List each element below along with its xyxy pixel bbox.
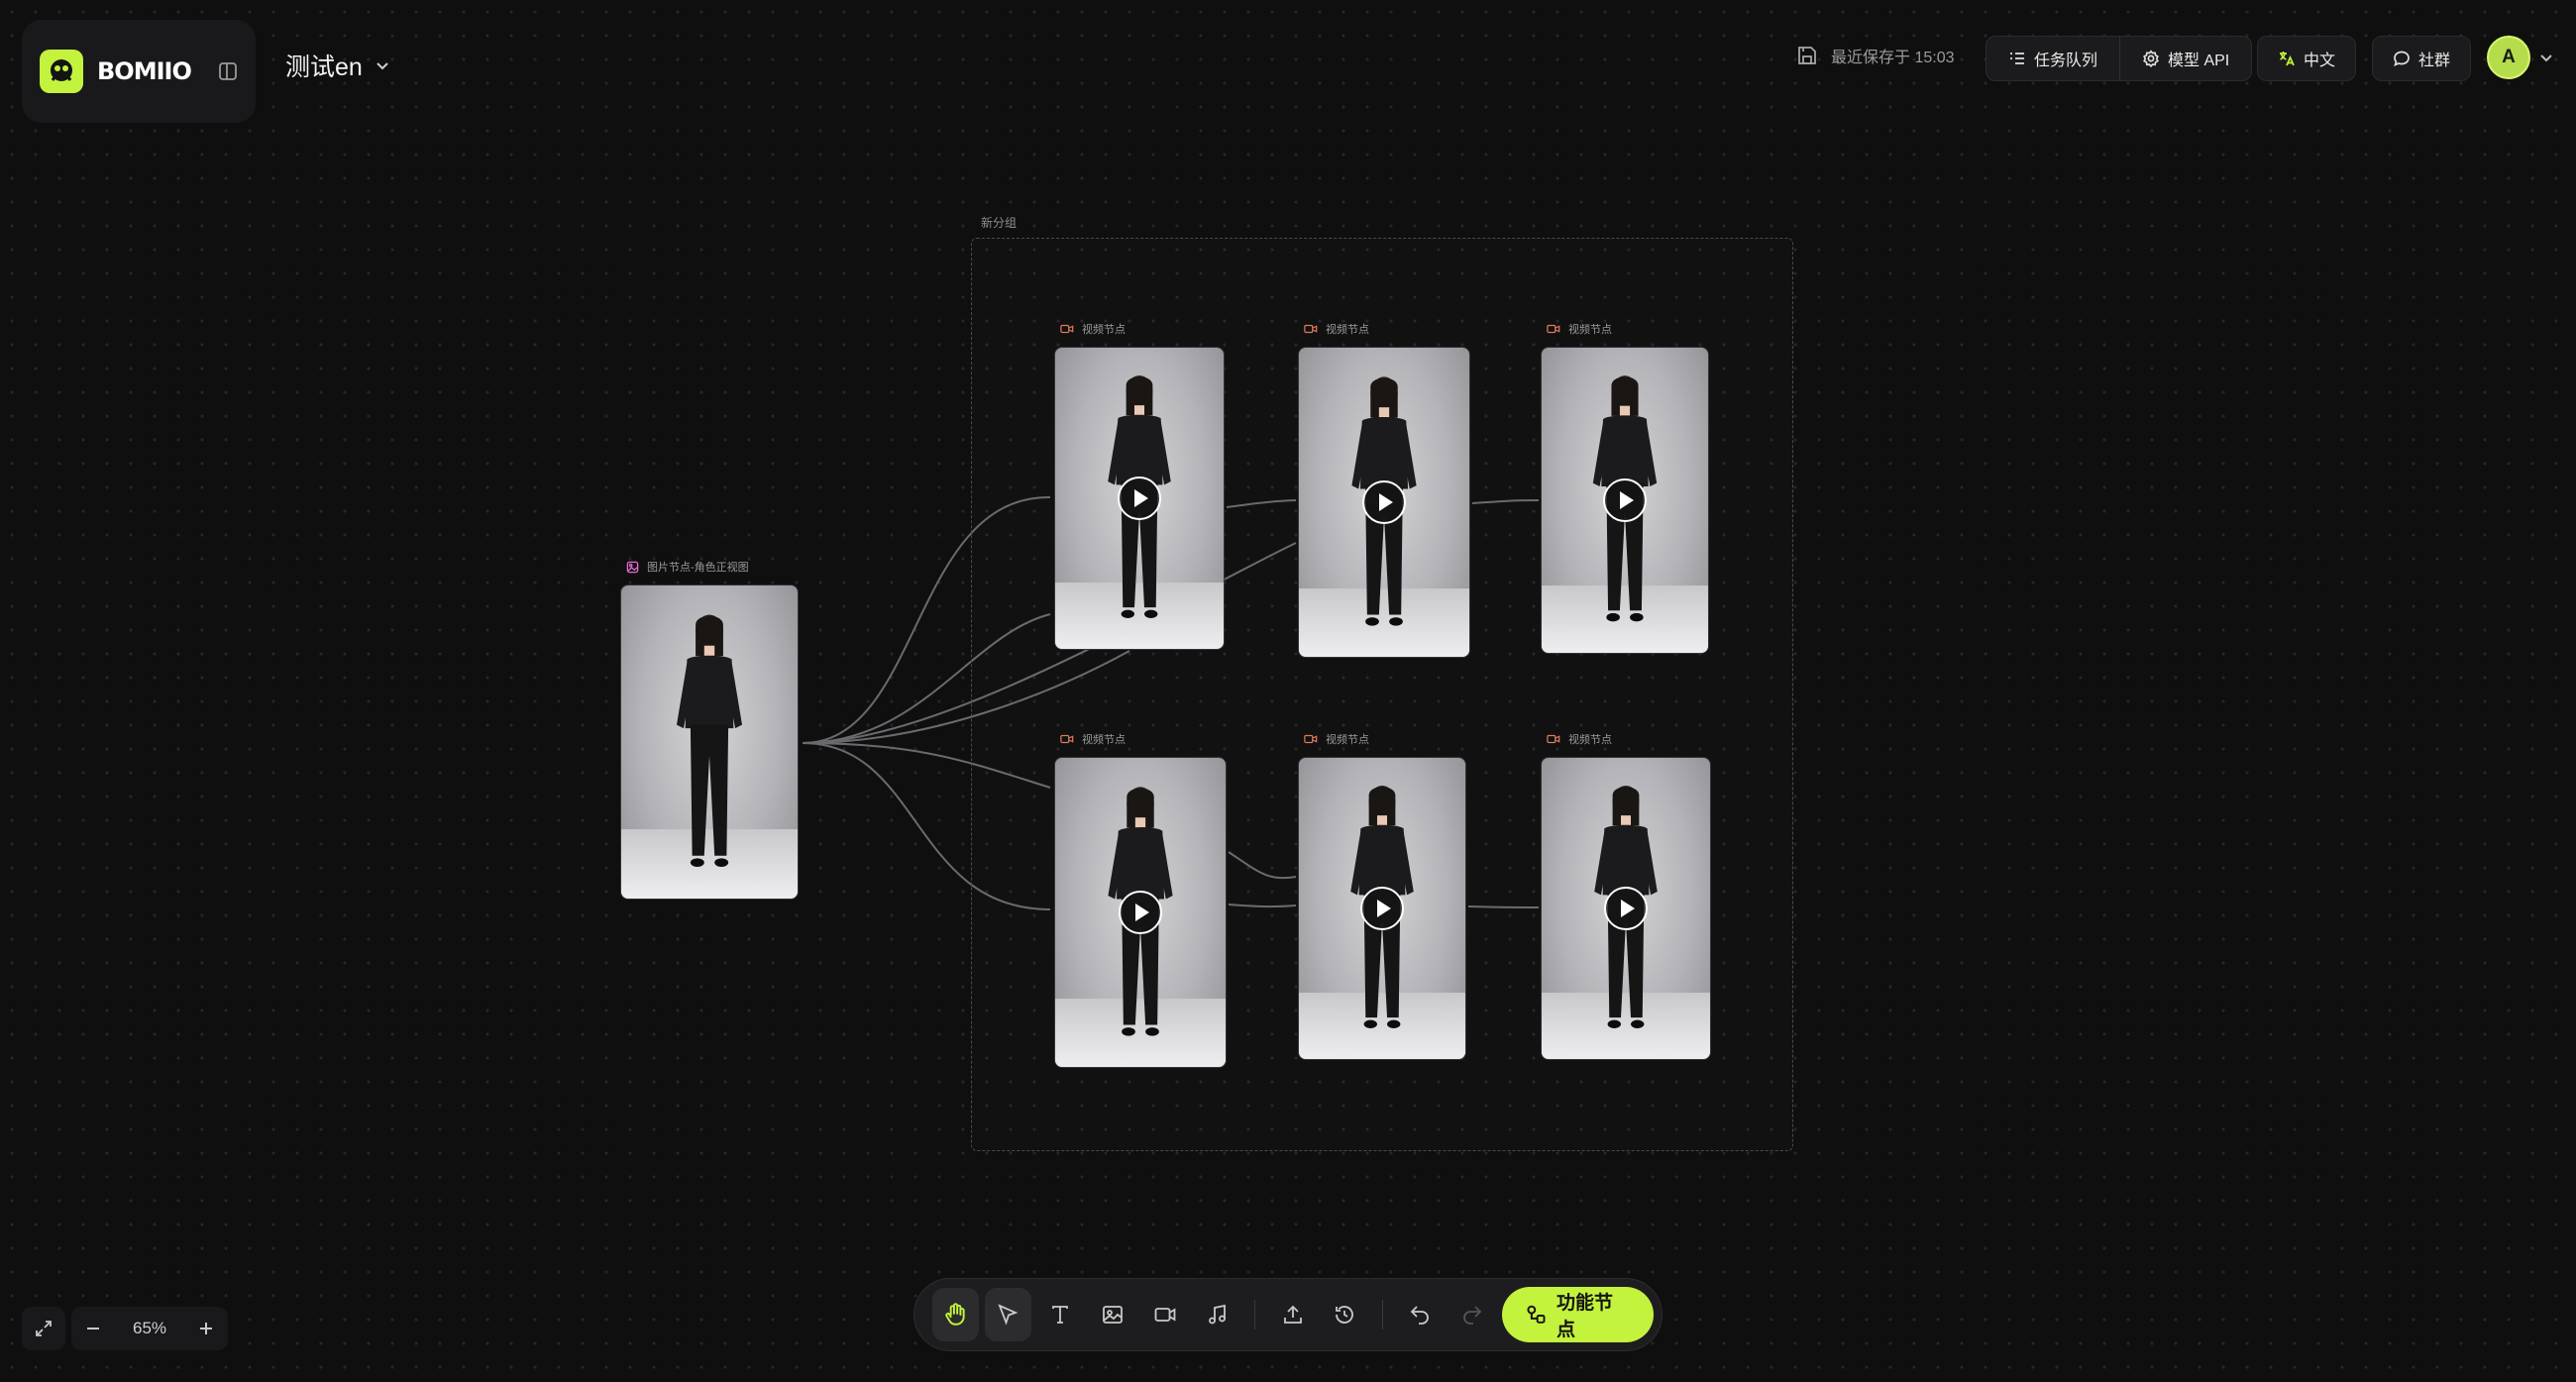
expand-icon bbox=[36, 1321, 52, 1336]
translate-icon bbox=[2280, 52, 2295, 66]
save-icon bbox=[1798, 47, 1816, 64]
language-button[interactable]: 中文 bbox=[2258, 37, 2355, 80]
bottom-toolbar: 功能节点 bbox=[913, 1278, 1663, 1351]
video-node-label-text: 视频节点 bbox=[1568, 324, 1612, 336]
redo-icon[interactable] bbox=[1449, 1288, 1496, 1341]
image-node-label-text: 图片节点-角色正视图 bbox=[647, 562, 749, 574]
video-node[interactable] bbox=[1054, 757, 1227, 1068]
project-title: 测试en bbox=[285, 53, 363, 81]
video-node-label: 视频节点 bbox=[1060, 731, 1126, 747]
video-icon bbox=[1547, 734, 1560, 744]
minus-icon bbox=[87, 1328, 99, 1329]
chevron-down-icon bbox=[376, 62, 388, 70]
avatar[interactable]: A bbox=[2487, 36, 2530, 79]
community-switch: 社群 bbox=[2372, 36, 2472, 81]
video-icon bbox=[1547, 324, 1560, 334]
plus-icon bbox=[200, 1323, 212, 1334]
video-node[interactable] bbox=[1541, 757, 1711, 1060]
feature-node-label: 功能节点 bbox=[1556, 1293, 1613, 1340]
video-node-label-text: 视频节点 bbox=[1568, 734, 1612, 746]
video-node-label: 视频节点 bbox=[1060, 321, 1126, 337]
image-icon[interactable] bbox=[1090, 1288, 1136, 1341]
hand-icon[interactable] bbox=[932, 1288, 979, 1341]
image-node-label: 图片节点-角色正视图 bbox=[626, 559, 749, 575]
video-node-label-text: 视频节点 bbox=[1326, 324, 1369, 336]
toolbar-divider bbox=[1381, 1300, 1383, 1329]
image-icon bbox=[626, 561, 639, 573]
language-label: 中文 bbox=[2304, 53, 2336, 69]
save-status-text: 最近保存于 15:03 bbox=[1831, 50, 1955, 66]
nodes-icon bbox=[1527, 1305, 1546, 1324]
community-label: 社群 bbox=[2418, 53, 2451, 69]
person-figure bbox=[676, 614, 743, 867]
history-icon[interactable] bbox=[1322, 1288, 1368, 1341]
chevron-down-icon[interactable] bbox=[2538, 50, 2554, 65]
zoom-bar: 65% bbox=[22, 1306, 228, 1351]
task-queue-label: 任务队列 bbox=[2034, 53, 2098, 69]
sidebar-toggle-icon[interactable] bbox=[217, 60, 239, 82]
video-node[interactable] bbox=[1298, 757, 1466, 1060]
video-icon bbox=[1060, 324, 1074, 334]
video-icon bbox=[1060, 734, 1074, 744]
zoom-control: 65% bbox=[71, 1307, 228, 1350]
video-node-label: 视频节点 bbox=[1547, 731, 1612, 747]
play-icon[interactable] bbox=[1119, 891, 1162, 934]
video-node-label-text: 视频节点 bbox=[1082, 734, 1126, 746]
image-node[interactable] bbox=[620, 585, 799, 900]
brand-card: BOMIIO bbox=[22, 20, 256, 123]
pointer-icon[interactable] bbox=[984, 1288, 1031, 1341]
text-icon[interactable] bbox=[1037, 1288, 1084, 1341]
group-label: 新分组 bbox=[981, 216, 1018, 230]
zoom-value: 65% bbox=[132, 1319, 167, 1337]
play-icon[interactable] bbox=[1362, 480, 1406, 524]
play-icon[interactable] bbox=[1118, 477, 1161, 520]
undo-icon[interactable] bbox=[1397, 1288, 1444, 1341]
video-node[interactable] bbox=[1298, 347, 1470, 658]
video-icon[interactable] bbox=[1141, 1288, 1188, 1341]
video-node-label-text: 视频节点 bbox=[1082, 324, 1126, 336]
brand-name: BOMIIO bbox=[97, 57, 192, 85]
logo-icon[interactable] bbox=[40, 50, 83, 93]
play-icon[interactable] bbox=[1603, 478, 1647, 522]
model-api-label: 模型 API bbox=[2168, 53, 2230, 69]
zoom-in-button[interactable] bbox=[184, 1307, 228, 1350]
video-node-label: 视频节点 bbox=[1304, 731, 1369, 747]
audio-icon[interactable] bbox=[1194, 1288, 1240, 1341]
project-title-dropdown[interactable]: 测试en bbox=[285, 48, 390, 83]
play-icon[interactable] bbox=[1360, 887, 1404, 930]
video-node[interactable] bbox=[1054, 347, 1225, 650]
upload-icon[interactable] bbox=[1269, 1288, 1316, 1341]
play-icon[interactable] bbox=[1604, 887, 1648, 930]
zoom-out-button[interactable] bbox=[71, 1307, 115, 1350]
video-node[interactable] bbox=[1541, 347, 1709, 654]
video-node-label-text: 视频节点 bbox=[1326, 734, 1369, 746]
feature-node-button[interactable]: 功能节点 bbox=[1501, 1287, 1654, 1342]
video-node-label: 视频节点 bbox=[1547, 321, 1612, 337]
community-button[interactable]: 社群 bbox=[2373, 37, 2470, 80]
gear-icon bbox=[2143, 50, 2159, 67]
task-model-group: 任务队列 模型 API bbox=[1986, 36, 2253, 81]
model-api-button[interactable]: 模型 API bbox=[2119, 37, 2251, 80]
video-icon bbox=[1304, 734, 1318, 744]
video-node-label: 视频节点 bbox=[1304, 321, 1369, 337]
video-icon bbox=[1304, 324, 1318, 334]
toolbar-divider bbox=[1254, 1300, 1256, 1329]
language-switch: 中文 bbox=[2257, 36, 2357, 81]
list-icon bbox=[2010, 53, 2024, 64]
chat-icon bbox=[2394, 51, 2410, 67]
fit-view-button[interactable] bbox=[22, 1307, 65, 1350]
save-status: 最近保存于 15:03 bbox=[1795, 44, 1955, 67]
task-queue-button[interactable]: 任务队列 bbox=[1986, 37, 2119, 80]
